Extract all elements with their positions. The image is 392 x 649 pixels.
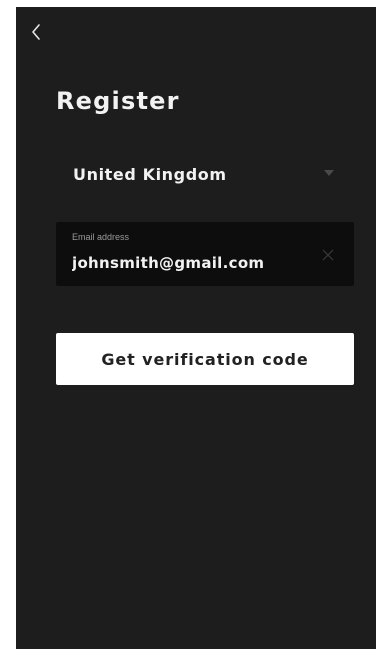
page-title: Register <box>56 87 180 115</box>
email-field[interactable]: Email address <box>56 222 354 286</box>
caret-down-icon <box>324 170 334 176</box>
country-value: United Kingdom <box>73 165 227 184</box>
email-label: Email address <box>72 232 130 242</box>
back-button[interactable] <box>28 21 46 43</box>
get-verification-code-button[interactable]: Get verification code <box>56 333 354 385</box>
register-screen: Register United Kingdom Email address Ge… <box>16 7 376 649</box>
close-icon <box>322 249 334 261</box>
country-select[interactable]: United Kingdom <box>56 157 354 191</box>
chevron-left-icon <box>32 24 40 40</box>
email-input[interactable] <box>72 250 312 276</box>
clear-email-button[interactable] <box>322 248 334 261</box>
